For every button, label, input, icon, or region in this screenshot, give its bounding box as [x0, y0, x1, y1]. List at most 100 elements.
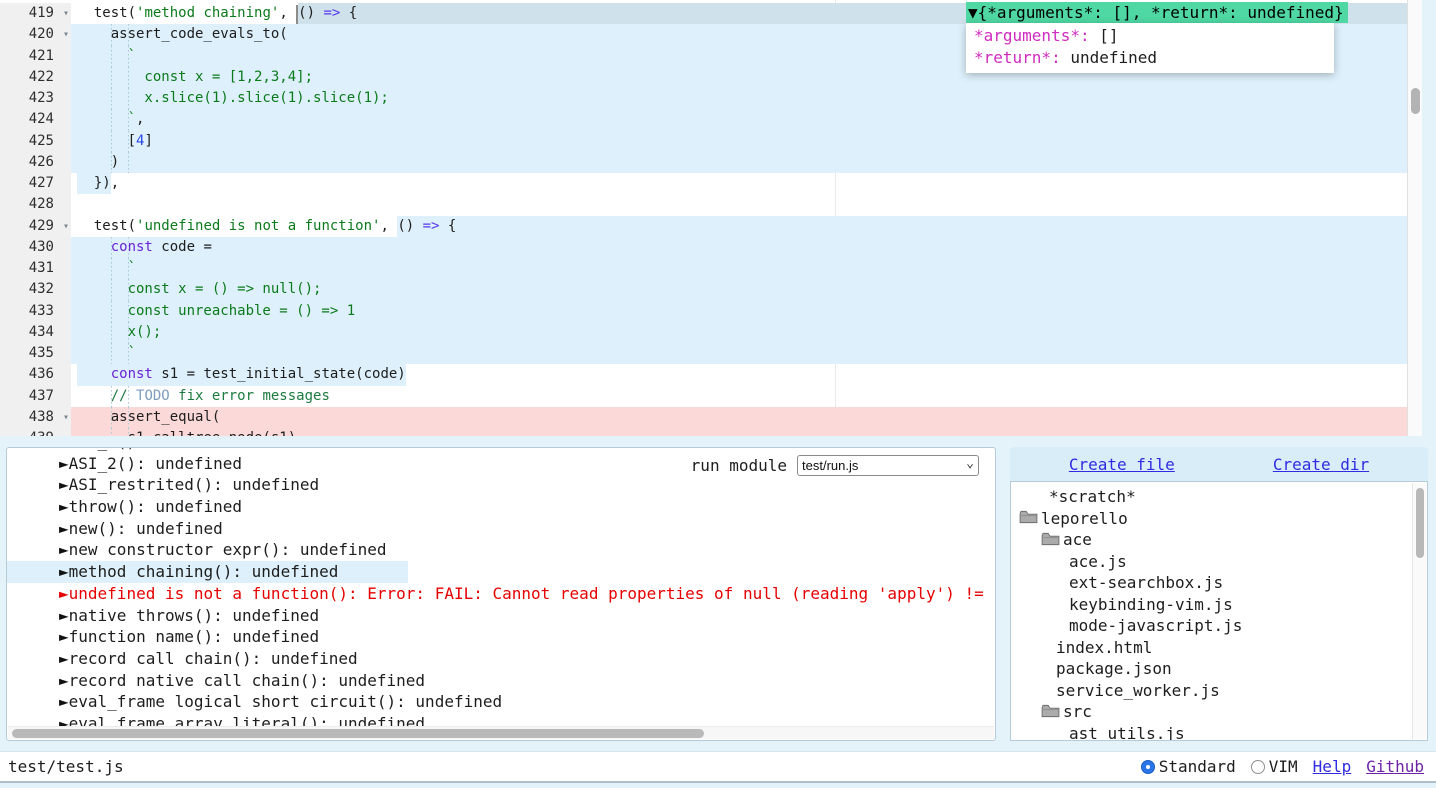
line-number: 421 — [0, 46, 71, 67]
inspector-value: undefined — [1061, 48, 1157, 67]
expand-triangle-icon[interactable]: ► — [59, 454, 69, 473]
tree-item-label: leporello — [1041, 508, 1128, 530]
code-text: `, — [71, 109, 1422, 130]
test-result-item[interactable]: ►new constructor expr(): undefined — [7, 539, 387, 561]
code-line-439[interactable]: 439 s1.calltree_node(s1) — [0, 428, 1422, 436]
code-line-429[interactable]: 429▾ test('undefined is not a function',… — [0, 216, 1422, 237]
code-token: assert_equal( — [77, 407, 220, 428]
code-line-425[interactable]: 425 [4] — [0, 131, 1422, 152]
tree-file-mode-javascript-js[interactable]: mode-javascript.js — [1011, 615, 1427, 637]
tree-file-package-json[interactable]: package.json — [1011, 658, 1427, 680]
line-number: 424 — [0, 109, 71, 130]
code-token: => — [423, 216, 440, 237]
code-line-424[interactable]: 424 `, — [0, 109, 1422, 130]
test-result-item[interactable]: ►ASI_restrited(): undefined — [7, 474, 319, 496]
tree-file-index-html[interactable]: index.html — [1011, 637, 1427, 659]
fold-arrow-icon[interactable]: ▾ — [63, 407, 69, 428]
value-inspector-header[interactable]: ▼{*arguments*: [], *return*: undefined} — [966, 2, 1348, 23]
tree-file-service-worker-js[interactable]: service_worker.js — [1011, 680, 1427, 702]
create-file-link[interactable]: Create file — [1069, 455, 1175, 474]
expand-triangle-icon[interactable]: ► — [59, 540, 69, 559]
run-module-select[interactable]: test/run.js — [797, 455, 979, 476]
expand-triangle-icon[interactable]: ► — [59, 475, 69, 494]
code-line-436[interactable]: 436 const s1 = test_initial_state(code) — [0, 364, 1422, 385]
github-link[interactable]: Github — [1366, 757, 1424, 776]
radio-vim[interactable] — [1251, 760, 1265, 774]
expand-triangle-icon[interactable]: ► — [59, 649, 69, 668]
code-line-435[interactable]: 435 ` — [0, 343, 1422, 364]
code-line-430[interactable]: 430 const code = — [0, 237, 1422, 258]
code-line-426[interactable]: 426 ) — [0, 152, 1422, 173]
tree-item-label: ast_utils.js — [1069, 723, 1185, 742]
line-number: 431 — [0, 258, 71, 279]
line-number: 422 — [0, 67, 71, 88]
keybinding-vim-option[interactable]: VIM — [1251, 757, 1298, 776]
test-result-item[interactable]: ►throw(): undefined — [7, 496, 242, 518]
code-text — [71, 194, 1422, 215]
code-line-432[interactable]: 432 const x = () => null(); — [0, 279, 1422, 300]
code-token: 'undefined is not a function' — [136, 216, 380, 237]
code-token: { — [439, 216, 456, 237]
file-tree-scrollbar[interactable] — [1412, 483, 1426, 739]
code-line-428[interactable]: 428 — [0, 194, 1422, 215]
code-line-434[interactable]: 434 x(); — [0, 322, 1422, 343]
code-token: , — [279, 3, 296, 24]
expand-triangle-icon[interactable]: ► — [59, 562, 69, 581]
code-editor[interactable]: 419▾ test('method chaining', () => {420▾… — [0, 0, 1422, 436]
tree-file-ast-utils-js[interactable]: ast_utils.js — [1011, 723, 1427, 742]
results-horizontal-scrollbar[interactable] — [8, 726, 994, 739]
expand-triangle-icon[interactable]: ► — [59, 497, 69, 516]
tree-folder-leporello[interactable]: leporello — [1011, 508, 1427, 530]
code-token: ` — [77, 343, 136, 364]
test-result-item[interactable]: ►record call chain(): undefined — [7, 648, 358, 670]
inspector-row-arguments[interactable]: *arguments*: [] — [974, 25, 1322, 47]
tree-folder-ace[interactable]: ace — [1011, 529, 1427, 551]
fold-arrow-icon[interactable]: ▾ — [63, 3, 69, 24]
code-token: { — [340, 3, 357, 24]
code-line-437[interactable]: 437 // TODO fix error messages — [0, 386, 1422, 407]
line-number: 426 — [0, 152, 71, 173]
test-result-item[interactable]: ►ASI_2(): undefined — [7, 453, 242, 475]
expand-triangle-icon[interactable]: ► — [59, 606, 69, 625]
code-token: const — [111, 364, 153, 385]
tree-file-ext-searchbox-js[interactable]: ext-searchbox.js — [1011, 572, 1427, 594]
expand-triangle-icon[interactable]: ► — [59, 519, 69, 538]
tree-file-ace-js[interactable]: ace.js — [1011, 551, 1427, 573]
code-line-423[interactable]: 423 x.slice(1).slice(1).slice(1); — [0, 88, 1422, 109]
test-result-item[interactable]: ►eval_frame logical short circuit(): und… — [7, 691, 502, 713]
test-result-item[interactable]: ►function name(): undefined — [7, 626, 319, 648]
code-line-433[interactable]: 433 const unreachable = () => 1 — [0, 301, 1422, 322]
file-tree-scrollbar-thumb[interactable] — [1416, 488, 1424, 558]
test-result-item[interactable]: ►undefined is not a function(): Error: F… — [7, 583, 993, 605]
test-result-item[interactable]: ►new(): undefined — [7, 518, 223, 540]
test-result-item[interactable]: ►method chaining(): undefined — [7, 561, 408, 583]
create-dir-link[interactable]: Create dir — [1273, 455, 1369, 474]
expand-triangle-icon[interactable]: ► — [59, 447, 69, 451]
editor-scrollbar-thumb[interactable] — [1411, 88, 1420, 114]
tree-item-label: index.html — [1056, 637, 1152, 659]
inspector-row-return[interactable]: *return*: undefined — [974, 47, 1322, 69]
expand-triangle-icon[interactable]: ► — [59, 584, 69, 603]
tree-file--scratch-[interactable]: *scratch* — [1011, 486, 1427, 508]
tree-folder-src[interactable]: src — [1011, 701, 1427, 723]
test-result-label: method chaining(): undefined — [69, 562, 339, 581]
tree-file-keybinding-vim-js[interactable]: keybinding-vim.js — [1011, 594, 1427, 616]
code-line-438[interactable]: 438▾ assert_equal( — [0, 407, 1422, 428]
results-scrollbar-thumb[interactable] — [12, 729, 704, 738]
expand-triangle-icon[interactable]: ► — [59, 671, 69, 690]
test-result-label: record call chain(): undefined — [69, 649, 358, 668]
keybinding-standard-option[interactable]: Standard — [1141, 757, 1236, 776]
code-token: , — [380, 216, 397, 237]
editor-scrollbar[interactable] — [1407, 0, 1422, 436]
code-line-427[interactable]: 427 }), — [0, 173, 1422, 194]
help-link[interactable]: Help — [1313, 757, 1352, 776]
radio-standard[interactable] — [1141, 760, 1155, 774]
test-result-item[interactable]: ►record native call chain(): undefined — [7, 670, 425, 692]
code-token: test( — [77, 216, 136, 237]
fold-arrow-icon[interactable]: ▾ — [63, 216, 69, 237]
code-line-431[interactable]: 431 ` — [0, 258, 1422, 279]
fold-arrow-icon[interactable]: ▾ — [63, 24, 69, 45]
expand-triangle-icon[interactable]: ► — [59, 692, 69, 711]
test-result-item[interactable]: ►native throws(): undefined — [7, 605, 319, 627]
expand-triangle-icon[interactable]: ► — [59, 627, 69, 646]
